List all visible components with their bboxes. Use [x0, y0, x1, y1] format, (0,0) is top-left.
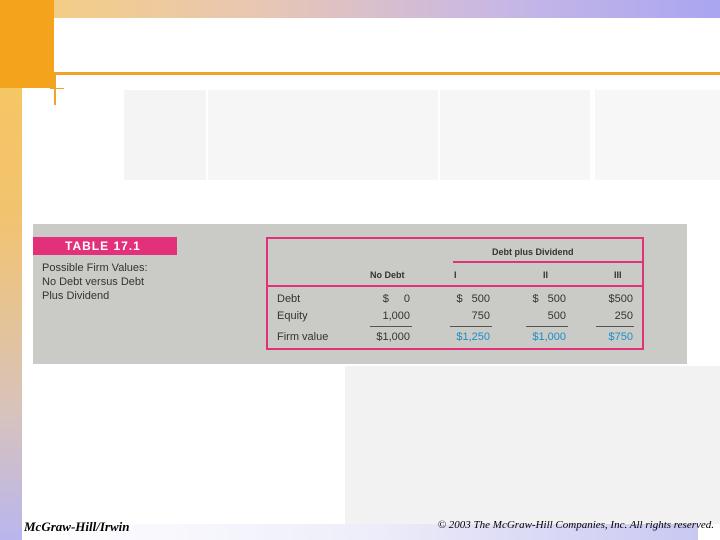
column-header: II: [543, 270, 549, 280]
background-block: [595, 90, 720, 180]
row-label: Equity: [277, 310, 308, 322]
header-rule: [268, 285, 642, 287]
table-label: TABLE 17.1: [33, 237, 177, 255]
caption-line: Plus Dividend: [42, 290, 110, 302]
table-cell: $ 0: [382, 293, 410, 305]
background-block: [345, 366, 720, 524]
column-header: III: [614, 270, 622, 280]
table-cell: 500: [547, 310, 566, 322]
sum-rule: [526, 326, 568, 327]
table-cell: 250: [614, 310, 633, 322]
sum-rule: [370, 326, 412, 327]
background-block: [124, 90, 206, 180]
table-cell-highlight: $750: [608, 331, 633, 343]
top-gradient-band: [0, 0, 720, 18]
footer-copyright: © 2003 The McGraw-Hill Companies, Inc. A…: [437, 519, 714, 531]
caption-line: No Debt versus Debt: [42, 276, 145, 288]
title-tick-horizontal: [50, 88, 64, 89]
title-tick: [54, 75, 56, 105]
table-cell-highlight: $1,000: [532, 331, 566, 343]
table-cell: $1,000: [376, 331, 410, 343]
table-cell: 1,000: [382, 310, 410, 322]
data-table: Debt plus Dividend No Debt I II III Debt…: [266, 237, 644, 350]
column-header: No Debt: [370, 270, 405, 280]
sum-rule: [450, 326, 492, 327]
group-header: Debt plus Dividend: [492, 247, 574, 257]
table-cell: $ 500: [532, 293, 566, 305]
table-cell: 750: [471, 310, 490, 322]
title-rule: [54, 72, 720, 75]
caption-line: Possible Firm Values:: [42, 262, 148, 274]
sum-rule: [596, 326, 634, 327]
background-block: [208, 90, 438, 180]
corner-accent: [0, 0, 54, 88]
group-header-rule: [453, 261, 642, 263]
footer-publisher: McGraw-Hill/Irwin: [24, 519, 130, 534]
background-block: [440, 90, 590, 180]
table-caption: Possible Firm Values: No Debt versus Deb…: [42, 261, 192, 303]
row-label: Debt: [277, 293, 301, 305]
row-label: Firm value: [277, 331, 329, 343]
table-cell: $ 500: [456, 293, 490, 305]
table-figure: TABLE 17.1 Possible Firm Values: No Debt…: [33, 224, 687, 364]
table-cell-highlight: $1,250: [456, 331, 490, 343]
column-header: I: [454, 270, 457, 280]
table-cell: $500: [608, 293, 633, 305]
